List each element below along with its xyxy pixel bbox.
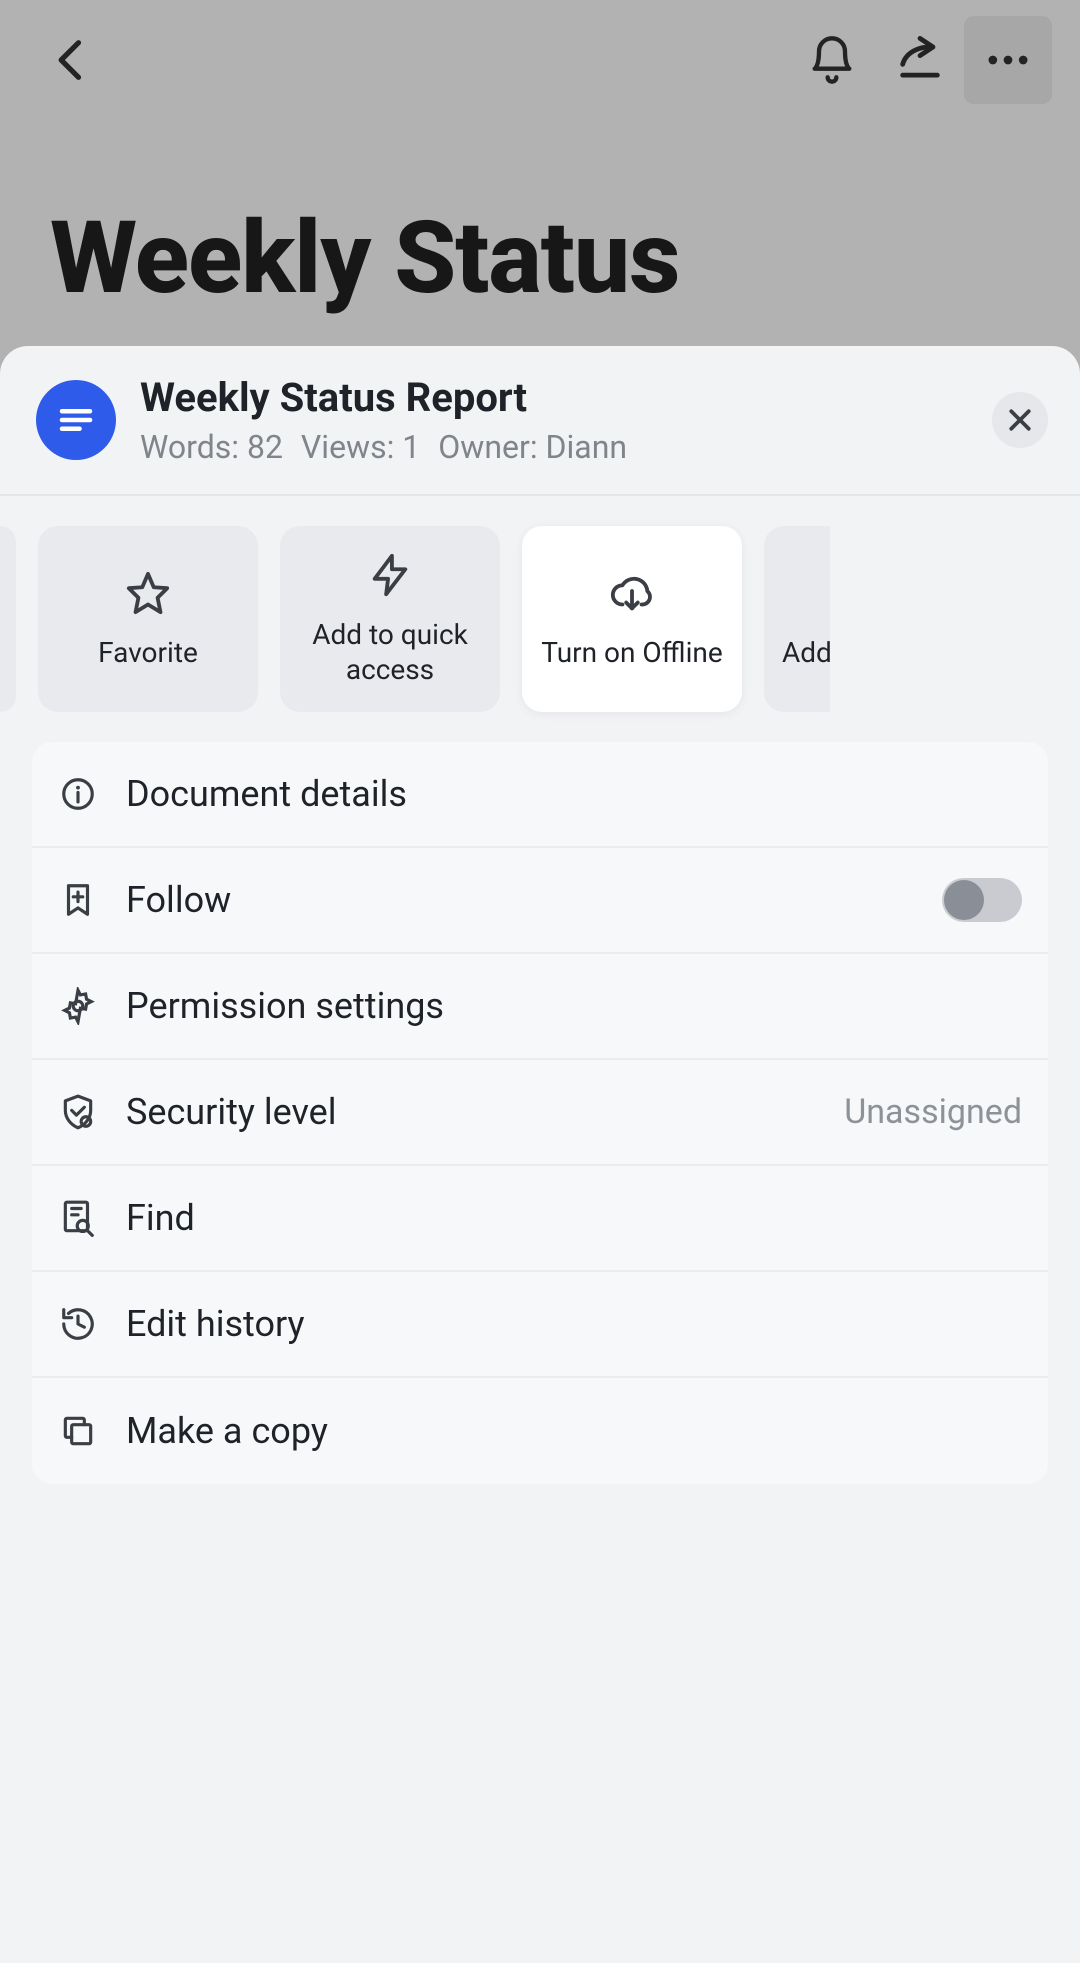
find-in-page-icon bbox=[58, 1198, 98, 1238]
menu-label: Find bbox=[126, 1197, 1022, 1239]
info-icon bbox=[58, 774, 98, 814]
menu-label: Follow bbox=[126, 879, 914, 921]
tile-favorite[interactable]: Favorite bbox=[38, 526, 258, 712]
star-icon bbox=[124, 569, 172, 617]
shield-icon bbox=[58, 1092, 98, 1132]
close-button[interactable] bbox=[992, 392, 1048, 448]
menu-find[interactable]: Find bbox=[32, 1166, 1048, 1272]
history-icon bbox=[58, 1304, 98, 1344]
menu-label: Make a copy bbox=[126, 1410, 1022, 1452]
sheet-menu: Document details Follow Permission setti… bbox=[32, 742, 1048, 1484]
tile-partial-left[interactable] bbox=[0, 526, 16, 712]
copy-icon bbox=[58, 1411, 98, 1451]
sheet-header: Weekly Status Report Words: 82 Views: 1 … bbox=[0, 346, 1080, 496]
menu-make-copy[interactable]: Make a copy bbox=[32, 1378, 1048, 1484]
menu-label: Permission settings bbox=[126, 985, 1022, 1027]
close-icon bbox=[1005, 405, 1035, 435]
menu-permission-settings[interactable]: Permission settings bbox=[32, 954, 1048, 1060]
menu-label: Security level bbox=[126, 1091, 816, 1133]
tile-label: Add bbox=[782, 635, 832, 670]
meta-words: Words: 82 bbox=[140, 428, 283, 466]
bolt-icon bbox=[366, 551, 414, 599]
tile-label: Turn on Offline bbox=[541, 635, 722, 670]
menu-edit-history[interactable]: Edit history bbox=[32, 1272, 1048, 1378]
tile-offline[interactable]: Turn on Offline bbox=[522, 526, 742, 712]
meta-owner: Owner: Diann bbox=[438, 428, 627, 466]
document-type-icon bbox=[36, 380, 116, 460]
bookmark-plus-icon bbox=[58, 880, 98, 920]
menu-label: Document details bbox=[126, 773, 1022, 815]
quick-actions-row: Favorite Add to quick access Turn on Off… bbox=[0, 496, 1080, 742]
follow-toggle[interactable] bbox=[942, 878, 1022, 922]
tile-partial-right[interactable]: Add bbox=[764, 526, 830, 712]
menu-document-details[interactable]: Document details bbox=[32, 742, 1048, 848]
tile-label: Add to quick access bbox=[292, 617, 488, 687]
sheet-meta: Words: 82 Views: 1 Owner: Diann bbox=[140, 428, 968, 466]
gear-icon bbox=[58, 986, 98, 1026]
sheet-title: Weekly Status Report bbox=[140, 374, 968, 422]
menu-security-level[interactable]: Security level Unassigned bbox=[32, 1060, 1048, 1166]
tile-label: Favorite bbox=[98, 635, 198, 670]
menu-label: Edit history bbox=[126, 1303, 1022, 1345]
menu-follow[interactable]: Follow bbox=[32, 848, 1048, 954]
security-level-value: Unassigned bbox=[844, 1092, 1022, 1132]
meta-views: Views: 1 bbox=[301, 428, 420, 466]
action-sheet: Weekly Status Report Words: 82 Views: 1 … bbox=[0, 346, 1080, 1963]
tile-quick-access[interactable]: Add to quick access bbox=[280, 526, 500, 712]
cloud-download-icon bbox=[608, 569, 656, 617]
